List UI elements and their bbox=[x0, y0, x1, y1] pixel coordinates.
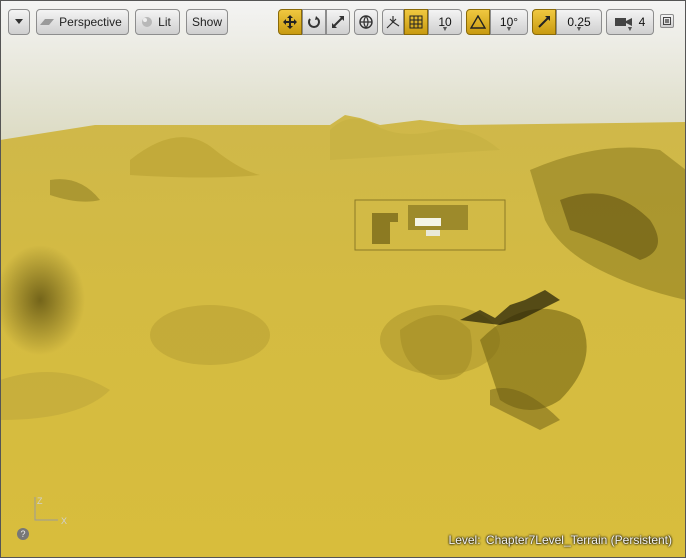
rotate-icon bbox=[308, 16, 320, 28]
lit-sphere-icon bbox=[142, 17, 153, 27]
rotate-mode-button[interactable] bbox=[302, 9, 326, 35]
camera-speed-value: 4 bbox=[638, 15, 646, 29]
lighting-mode-label: Lit bbox=[158, 15, 171, 29]
maximize-viewport-button[interactable] bbox=[660, 14, 674, 28]
view-mode-button[interactable]: Perspective bbox=[36, 9, 129, 35]
chevron-down-icon: ▼ bbox=[626, 26, 634, 33]
scale-arrows-icon bbox=[332, 16, 344, 28]
axis-z-label: Z bbox=[37, 496, 43, 506]
scale-mode-button[interactable] bbox=[326, 9, 350, 35]
show-flags-button[interactable]: Show bbox=[186, 9, 228, 35]
chevron-down-icon: ▼ bbox=[505, 26, 513, 33]
move-arrows-icon bbox=[283, 15, 297, 29]
axis-gizmo bbox=[34, 497, 58, 521]
level-label: Level: bbox=[448, 533, 481, 547]
scale-snap-value-dropdown[interactable]: 0.25 ▼ bbox=[556, 9, 602, 35]
coordinate-system-button[interactable] bbox=[354, 9, 378, 35]
grid-icon bbox=[409, 15, 423, 29]
axis-x-label: X bbox=[61, 516, 68, 526]
level-viewport[interactable]: Perspective Lit Show 10 ▼ 10° ▼ 0.25 ▼ 4… bbox=[0, 0, 686, 558]
globe-icon bbox=[359, 15, 373, 29]
chevron-down-icon bbox=[15, 19, 23, 24]
scale-snap-toggle[interactable] bbox=[532, 9, 556, 35]
view-mode-label: Perspective bbox=[59, 15, 122, 29]
surface-snap-icon bbox=[386, 16, 400, 29]
rotation-snap-value-dropdown[interactable]: 10° ▼ bbox=[490, 9, 528, 35]
maximize-icon bbox=[663, 17, 671, 25]
lighting-mode-button[interactable]: Lit bbox=[135, 9, 180, 35]
rotation-snap-toggle[interactable] bbox=[466, 9, 490, 35]
grid-snap-toggle[interactable] bbox=[404, 9, 428, 35]
viewport-menu-button[interactable] bbox=[8, 9, 30, 35]
grid-snap-value-dropdown[interactable]: 10 ▼ bbox=[428, 9, 462, 35]
level-status: Level: Chapter7Level_Terrain (Persistent… bbox=[447, 533, 672, 547]
perspective-icon bbox=[40, 19, 55, 25]
help-icon[interactable]: ? bbox=[17, 528, 29, 540]
terrain-scene bbox=[0, 0, 686, 558]
scale-snap-icon bbox=[538, 16, 550, 28]
camera-speed-dropdown[interactable]: 4 ▼ bbox=[606, 9, 654, 35]
rotation-snap-icon bbox=[470, 15, 486, 29]
chevron-down-icon: ▼ bbox=[441, 26, 449, 33]
chevron-down-icon: ▼ bbox=[575, 26, 583, 33]
translate-mode-button[interactable] bbox=[278, 9, 302, 35]
surface-snap-button[interactable] bbox=[382, 9, 404, 35]
level-name: Chapter7Level_Terrain (Persistent) bbox=[485, 533, 672, 547]
show-flags-label: Show bbox=[191, 15, 223, 29]
